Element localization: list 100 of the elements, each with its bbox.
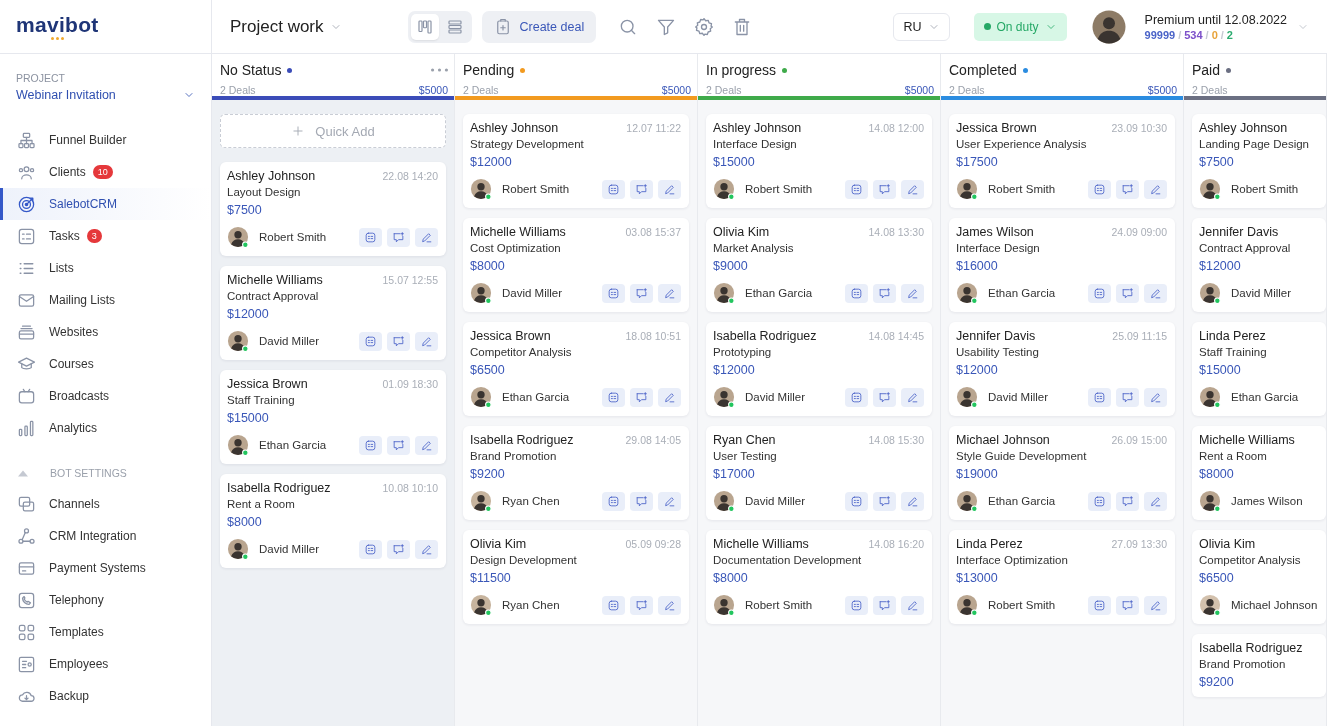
sidebar-item[interactable]: Courses [0, 348, 211, 380]
deal-card[interactable]: Michelle Williams 15.07 12:55 Contract Approval $12000 David Miller [220, 266, 446, 360]
edit-button[interactable] [1144, 387, 1167, 407]
more-button[interactable] [431, 68, 448, 72]
deal-card[interactable]: Isabella Rodriguez 29.08 14:05 Brand Promotion $9200 Ryan Chen [463, 426, 689, 520]
message-button[interactable] [1116, 283, 1139, 303]
deal-card[interactable]: Ashley Johnson Landing Page Design $7500 Robert Smith [1192, 114, 1326, 208]
edit-button[interactable] [901, 595, 924, 615]
notes-button[interactable] [602, 595, 625, 615]
sidebar-item[interactable]: Mailing Lists [0, 284, 211, 316]
sidebar-item[interactable]: Employees [0, 648, 211, 680]
deal-card[interactable]: Michelle Williams Rent a Room $8000 James Wilson [1192, 426, 1326, 520]
sidebar-item[interactable]: Tasks 3 [0, 220, 211, 252]
create-deal-button[interactable]: Create deal [481, 10, 597, 43]
board-title-dropdown[interactable]: Project work [230, 16, 342, 37]
deal-card[interactable]: Ashley Johnson 22.08 14:20 Layout Design $7500 Robert Smith [220, 162, 446, 256]
deal-card[interactable]: Michael Johnson 26.09 15:00 Style Guide Development $19000 Ethan Garcia [949, 426, 1175, 520]
edit-button[interactable] [901, 387, 924, 407]
notes-button[interactable] [602, 179, 625, 199]
edit-button[interactable] [901, 283, 924, 303]
deal-card[interactable]: Ashley Johnson 14.08 12:00 Interface Design $15000 Robert Smith [706, 114, 932, 208]
notes-button[interactable] [845, 387, 868, 407]
message-button[interactable] [630, 387, 653, 407]
sidebar-item[interactable]: CRM Integration [0, 520, 211, 552]
notes-button[interactable] [359, 227, 382, 247]
sidebar-item[interactable]: Lists [0, 252, 211, 284]
deal-card[interactable]: Isabella Rodriguez Brand Promotion $9200 [1192, 634, 1326, 697]
deal-card[interactable]: Michelle Williams 14.08 16:20 Documentation Development $8000 Robert Smith [706, 530, 932, 624]
edit-button[interactable] [901, 491, 924, 511]
message-button[interactable] [873, 595, 896, 615]
message-button[interactable] [1116, 387, 1139, 407]
sidebar-item[interactable]: Channels [0, 488, 211, 520]
deal-card[interactable]: Ashley Johnson 12.07 11:22 Strategy Development $12000 Robert Smith [463, 114, 689, 208]
deal-card[interactable]: Isabella Rodriguez 10.08 10:10 Rent a Room $8000 David Miller [220, 474, 446, 568]
sidebar-item[interactable]: Clients 10 [0, 156, 211, 188]
sidebar-item[interactable]: Broadcasts [0, 380, 211, 412]
project-dropdown[interactable]: Webinar Invitation [0, 84, 211, 102]
deal-card[interactable]: Jessica Brown 23.09 10:30 User Experience Analysis $17500 Robert Smith [949, 114, 1175, 208]
edit-button[interactable] [1144, 283, 1167, 303]
message-button[interactable] [630, 283, 653, 303]
notes-button[interactable] [1088, 595, 1111, 615]
message-button[interactable] [1116, 491, 1139, 511]
message-button[interactable] [873, 491, 896, 511]
notes-button[interactable] [1088, 179, 1111, 199]
deal-card[interactable]: Jessica Brown 18.08 10:51 Competitor Analysis $6500 Ethan Garcia [463, 322, 689, 416]
edit-button[interactable] [1144, 491, 1167, 511]
sidebar-item[interactable]: Telephony [0, 584, 211, 616]
edit-button[interactable] [1144, 595, 1167, 615]
edit-button[interactable] [658, 491, 681, 511]
sidebar-item[interactable]: Templates [0, 616, 211, 648]
message-button[interactable] [387, 539, 410, 559]
message-button[interactable] [1116, 595, 1139, 615]
edit-button[interactable] [415, 227, 438, 247]
sidebar-item[interactable]: Funnel Builder [0, 124, 211, 156]
deal-card[interactable]: Linda Perez 27.09 13:30 Interface Optimization $13000 Robert Smith [949, 530, 1175, 624]
sidebar-item[interactable]: Backup [0, 680, 211, 712]
message-button[interactable] [630, 595, 653, 615]
message-button[interactable] [387, 227, 410, 247]
edit-button[interactable] [1144, 179, 1167, 199]
notes-button[interactable] [602, 491, 625, 511]
edit-button[interactable] [658, 387, 681, 407]
deal-card[interactable]: Jennifer Davis Contract Approval $12000 David Miller [1192, 218, 1326, 312]
edit-button[interactable] [415, 435, 438, 455]
deal-card[interactable]: Ryan Chen 14.08 15:30 User Testing $17000 David Miller [706, 426, 932, 520]
message-button[interactable] [873, 179, 896, 199]
message-button[interactable] [873, 283, 896, 303]
deal-card[interactable]: Linda Perez Staff Training $15000 Ethan Garcia [1192, 322, 1326, 416]
sidebar-item[interactable]: Websites [0, 316, 211, 348]
deal-card[interactable]: James Wilson 24.09 09:00 Interface Design $16000 Ethan Garcia [949, 218, 1175, 312]
notes-button[interactable] [602, 387, 625, 407]
deal-card[interactable]: Olivia Kim Competitor Analysis $6500 Michael Johnson [1192, 530, 1326, 624]
notes-button[interactable] [1088, 387, 1111, 407]
edit-button[interactable] [901, 179, 924, 199]
message-button[interactable] [387, 435, 410, 455]
message-button[interactable] [1116, 179, 1139, 199]
mavibot-logo[interactable]: mavibot [16, 13, 99, 40]
deal-card[interactable]: Olivia Kim 14.08 13:30 Market Analysis $9000 Ethan Garcia [706, 218, 932, 312]
deal-card[interactable]: Jennifer Davis 25.09 11:15 Usability Testing $12000 David Miller [949, 322, 1175, 416]
notes-button[interactable] [1088, 283, 1111, 303]
notes-button[interactable] [359, 539, 382, 559]
deal-card[interactable]: Olivia Kim 05.09 09:28 Design Development $11500 Ryan Chen [463, 530, 689, 624]
deal-card[interactable]: Jessica Brown 01.09 18:30 Staff Training $15000 Ethan Garcia [220, 370, 446, 464]
view-toggle[interactable] [410, 13, 439, 40]
message-button[interactable] [387, 331, 410, 351]
sidebar-item[interactable]: Payment Systems [0, 552, 211, 584]
message-button[interactable] [630, 491, 653, 511]
message-button[interactable] [873, 387, 896, 407]
notes-button[interactable] [845, 179, 868, 199]
notes-button[interactable] [1088, 491, 1111, 511]
edit-button[interactable] [658, 283, 681, 303]
message-button[interactable] [630, 179, 653, 199]
edit-button[interactable] [415, 331, 438, 351]
deal-card[interactable]: Isabella Rodriguez 14.08 14:45 Prototyping $12000 David Miller [706, 322, 932, 416]
notes-button[interactable] [845, 595, 868, 615]
notes-button[interactable] [602, 283, 625, 303]
edit-button[interactable] [658, 595, 681, 615]
notes-button[interactable] [359, 331, 382, 351]
notes-button[interactable] [845, 491, 868, 511]
notes-button[interactable] [359, 435, 382, 455]
edit-button[interactable] [415, 539, 438, 559]
